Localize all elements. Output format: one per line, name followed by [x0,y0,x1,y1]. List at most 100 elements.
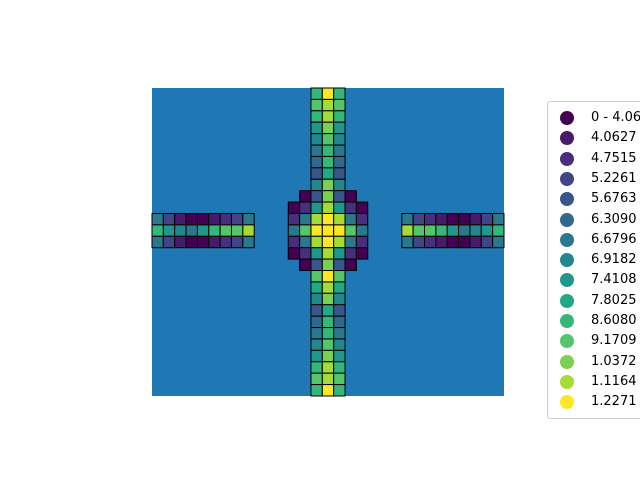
grid-cell [333,349,346,363]
grid-cell [310,235,323,249]
grid-cell [333,327,346,340]
grid-cell [310,270,323,283]
grid-cell [401,212,414,226]
grid-cell [435,224,448,237]
grid-cell [355,224,369,237]
grid-cell [333,247,346,260]
grid-cell [208,235,221,249]
legend: 0 - 4.06 4.0627 4.7515 5.2261 5.6763 6.3090 6.… [547,101,640,419]
grid-cell [174,212,187,226]
legend-item: 9.1709 [548,331,640,351]
grid-cell [287,247,301,260]
legend-marker-icon [560,314,574,328]
legend-marker-icon [560,111,574,125]
legend-item: 1.2271 [548,392,640,412]
grid-cell [321,133,335,146]
legend-item: 4.0627 [548,128,640,148]
legend-marker-icon [560,212,574,227]
grid-cell [344,201,357,214]
grid-cell [310,155,323,169]
grid-cell [310,304,323,317]
legend-marker-icon [560,395,574,410]
legend-item: 1.0372 [548,352,640,372]
grid-cell [196,224,210,237]
grid-cell [469,235,482,249]
grid-cell [458,212,471,226]
legend-label: 1.2271 [591,394,637,410]
grid-cell [310,247,323,260]
grid-cell [287,201,301,214]
grid-cell [287,224,301,237]
grid-cell [321,349,335,363]
legend-marker-icon [560,374,574,389]
grid-cell [401,235,414,249]
grid-cell [287,212,301,226]
grid-cell [299,224,312,237]
grid-cell [196,235,210,249]
legend-item: 0 - 4.06 [548,108,640,128]
grid-cell [333,304,346,317]
grid-cell [333,315,346,329]
grid-cell [310,315,323,329]
legend-marker-icon [560,334,574,349]
grid-cell [230,224,244,237]
grid-cell [310,281,323,294]
grid-cell [310,349,323,363]
legend-item: 8.6080 [548,311,640,331]
grid-cell [321,144,335,157]
grid-cell [401,224,414,237]
grid-cell [321,98,335,112]
grid-cell [333,372,346,386]
legend-item: 7.8025 [548,291,640,311]
grid-cell [321,224,335,237]
grid-cell [321,178,335,192]
grid-cell [435,235,448,249]
grid-cell [355,235,369,249]
grid-cell [333,281,346,294]
grid-cell [299,201,312,214]
grid-cell [310,190,323,203]
legend-item: 4.7515 [548,149,640,169]
grid-cell [230,235,244,249]
grid-cell [321,315,335,329]
grid-cell [480,224,494,237]
grid-cell [299,235,312,249]
grid-cell [344,258,357,272]
grid-cell [196,212,210,226]
grid-cell [446,212,460,226]
grid-cell [310,144,323,157]
grid-cell [344,190,357,203]
legend-label: 0 - 4.06 [591,110,640,125]
grid-cell [412,212,426,226]
grid-cell [321,155,335,169]
legend-label: 7.4108 [591,272,637,288]
legend-marker-icon [560,273,574,288]
grid-cell [310,98,323,112]
grid-cell [321,270,335,283]
grid-cell [446,224,460,237]
grid-cell [185,235,198,249]
grid-cell [480,212,494,226]
grid-cell [310,178,323,192]
grid-cell [492,212,505,226]
grid-cell [321,258,335,272]
grid-cell [333,155,346,169]
grid-cell [321,110,335,123]
legend-label: 8.6080 [591,313,637,328]
grid-cell [219,224,232,237]
grid-cell [480,235,494,249]
grid-cell [310,167,323,180]
grid-cell [310,201,323,214]
grid-cell [355,247,369,260]
grid-cell [344,212,357,226]
legend-marker-icon [560,253,574,268]
grid-cell [321,361,335,374]
grid-cell [412,235,426,249]
legend-item: 1.1164 [548,372,640,392]
grid-cell [355,212,369,226]
grid-cell [333,384,346,397]
grid-cell [321,338,335,351]
legend-marker-icon [560,171,574,186]
grid-cell [458,235,471,249]
grid-cell [333,292,346,306]
